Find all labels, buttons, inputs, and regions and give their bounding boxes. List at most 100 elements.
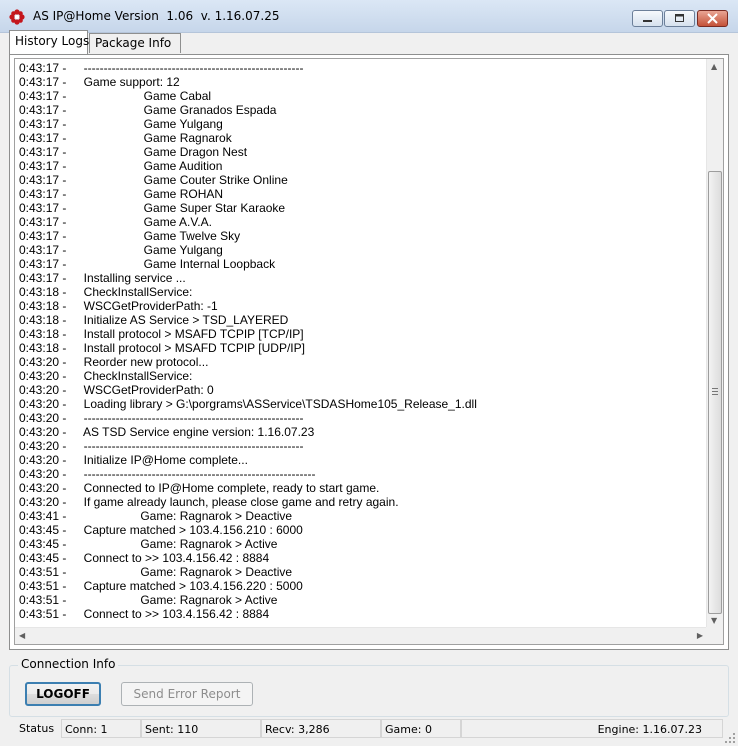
log-time: 0:43:17 -: [19, 229, 67, 243]
log-time: 0:43:20 -: [19, 453, 67, 467]
log-line: 0:43:51 - Game: Ragnarok > Active: [19, 593, 704, 607]
log-message: Reorder new protocol...: [77, 355, 209, 369]
vertical-scrollbar[interactable]: ▲ ▼: [706, 59, 723, 629]
log-line: 0:43:17 - Game Internal Loopback: [19, 257, 704, 271]
maximize-button[interactable]: [664, 10, 695, 27]
log-message: ----------------------------------------…: [77, 467, 316, 481]
status-game: Game: 0: [381, 719, 461, 738]
log-time: 0:43:51 -: [19, 565, 67, 579]
log-time: 0:43:17 -: [19, 201, 67, 215]
log-time: 0:43:17 -: [19, 89, 67, 103]
grip-icon: [712, 388, 718, 395]
log-time: 0:43:17 -: [19, 61, 67, 75]
logoff-button[interactable]: LOGOFF: [25, 682, 101, 706]
title-bar[interactable]: AS IP@Home Version 1.06 v. 1.16.07.25: [0, 0, 738, 33]
log-message: Game Yulgang: [77, 117, 223, 131]
log-line: 0:43:45 - Connect to >> 103.4.156.42 : 8…: [19, 551, 704, 565]
log-listbox[interactable]: 0:43:17 - ------------------------------…: [14, 58, 724, 645]
log-message: Game Cabal: [77, 89, 212, 103]
log-message: ----------------------------------------…: [77, 61, 304, 75]
log-message: ----------------------------------------…: [77, 411, 304, 425]
log-line: 0:43:45 - Game: Ragnarok > Active: [19, 537, 704, 551]
tab-history-logs[interactable]: History Logs: [9, 30, 89, 54]
log-line: 0:43:17 - ------------------------------…: [19, 61, 704, 75]
log-line: 0:43:41 - Game: Ragnarok > Deactive: [19, 509, 704, 523]
status-label: Status: [19, 722, 55, 735]
log-message: Install protocol > MSAFD TCPIP [UDP/IP]: [77, 341, 305, 355]
close-icon: [707, 13, 718, 24]
tab-package-info[interactable]: Package Info: [89, 33, 181, 53]
log-time: 0:43:18 -: [19, 299, 67, 313]
log-line: 0:43:18 - Install protocol > MSAFD TCPIP…: [19, 341, 704, 355]
scroll-right-icon[interactable]: ▶: [697, 632, 703, 640]
log-time: 0:43:17 -: [19, 75, 67, 89]
log-message: Game Audition: [77, 159, 223, 173]
log-time: 0:43:18 -: [19, 341, 67, 355]
log-time: 0:43:51 -: [19, 579, 67, 593]
scroll-thumb[interactable]: [708, 171, 722, 614]
resize-grip-icon[interactable]: [724, 732, 736, 744]
log-line: 0:43:20 - CheckInstallService:: [19, 369, 704, 383]
log-lines: 0:43:17 - ------------------------------…: [19, 61, 704, 621]
log-message: Initialize IP@Home complete...: [77, 453, 248, 467]
log-line: 0:43:45 - Capture matched > 103.4.156.21…: [19, 523, 704, 537]
log-message: Game: Ragnarok > Active: [77, 593, 278, 607]
log-line: 0:43:20 - ------------------------------…: [19, 467, 704, 481]
log-time: 0:43:20 -: [19, 439, 67, 453]
scroll-left-icon[interactable]: ◀: [19, 632, 25, 640]
log-time: 0:43:20 -: [19, 481, 67, 495]
app-window: AS IP@Home Version 1.06 v. 1.16.07.25 Hi…: [0, 0, 738, 746]
log-line: 0:43:20 - Reorder new protocol...: [19, 355, 704, 369]
log-line: 0:43:17 - Game Ragnarok: [19, 131, 704, 145]
log-time: 0:43:20 -: [19, 369, 67, 383]
log-line: 0:43:17 - Game A.V.A.: [19, 215, 704, 229]
maximize-icon: [675, 14, 684, 22]
log-time: 0:43:20 -: [19, 411, 67, 425]
log-line: 0:43:20 - AS TSD Service engine version:…: [19, 425, 704, 439]
log-message: Connect to >> 103.4.156.42 : 8884: [77, 607, 270, 621]
log-message: If game already launch, please close gam…: [77, 495, 399, 509]
log-time: 0:43:17 -: [19, 243, 67, 257]
log-line: 0:43:20 - ------------------------------…: [19, 411, 704, 425]
log-line: 0:43:18 - WSCGetProviderPath: -1: [19, 299, 704, 313]
log-message: Game Yulgang: [77, 243, 223, 257]
log-time: 0:43:20 -: [19, 425, 67, 439]
log-time: 0:43:17 -: [19, 103, 67, 117]
log-time: 0:43:17 -: [19, 117, 67, 131]
log-message: Connected to IP@Home complete, ready to …: [77, 481, 380, 495]
log-line: 0:43:20 - Initialize IP@Home complete...: [19, 453, 704, 467]
status-engine: Engine: 1.16.07.23: [461, 719, 723, 738]
log-time: 0:43:20 -: [19, 383, 67, 397]
scroll-down-icon[interactable]: ▼: [711, 617, 717, 625]
log-time: 0:43:17 -: [19, 257, 67, 271]
log-message: Connect to >> 103.4.156.42 : 8884: [77, 551, 270, 565]
log-line: 0:43:17 - Game Super Star Karaoke: [19, 201, 704, 215]
log-line: 0:43:17 - Game support: 12: [19, 75, 704, 89]
log-message: Installing service ...: [77, 271, 186, 285]
log-time: 0:43:45 -: [19, 551, 67, 565]
log-line: 0:43:20 - ------------------------------…: [19, 439, 704, 453]
log-time: 0:43:17 -: [19, 131, 67, 145]
log-line: 0:43:17 - Installing service ...: [19, 271, 704, 285]
log-message: ----------------------------------------…: [77, 439, 304, 453]
log-line: 0:43:51 - Connect to >> 103.4.156.42 : 8…: [19, 607, 704, 621]
log-message: Game Super Star Karaoke: [77, 201, 286, 215]
log-line: 0:43:20 - If game already launch, please…: [19, 495, 704, 509]
log-time: 0:43:20 -: [19, 495, 67, 509]
close-button[interactable]: [697, 10, 728, 27]
log-message: Install protocol > MSAFD TCPIP [TCP/IP]: [77, 327, 304, 341]
log-message: Game support: 12: [77, 75, 180, 89]
status-recv: Recv: 3,286: [261, 719, 381, 738]
log-message: CheckInstallService:: [77, 285, 193, 299]
send-error-report-button[interactable]: Send Error Report: [121, 682, 253, 706]
connection-info-title: Connection Info: [18, 657, 119, 671]
horizontal-scrollbar[interactable]: ◀ ▶: [15, 627, 707, 644]
log-line: 0:43:17 - Game Dragon Nest: [19, 145, 704, 159]
log-time: 0:43:17 -: [19, 145, 67, 159]
scroll-up-icon[interactable]: ▲: [711, 63, 717, 71]
log-message: Game: Ragnarok > Deactive: [77, 509, 293, 523]
status-sent: Sent: 110: [141, 719, 261, 738]
log-message: WSCGetProviderPath: -1: [77, 299, 218, 313]
connection-info-group: Connection Info LOGOFF Send Error Report: [9, 657, 729, 717]
minimize-button[interactable]: [632, 10, 663, 27]
